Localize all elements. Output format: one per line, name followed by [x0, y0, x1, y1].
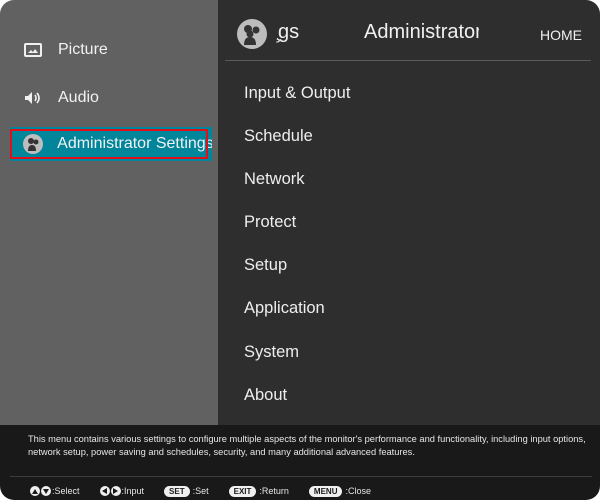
key-hints: :Select :Input SET :Set EXIT :Return MEN… [30, 484, 391, 498]
up-arrow-icon [30, 486, 40, 496]
sidebar-item-label: Picture [58, 41, 108, 58]
hint-close: MENU :Close [308, 485, 371, 497]
picture-icon [20, 40, 46, 60]
menu-item-application[interactable]: Application [244, 299, 325, 318]
hint-label: :Set [192, 486, 209, 496]
menu-item-input-output[interactable]: Input & Output [244, 84, 350, 103]
page-title: Administrator Settings [364, 21, 479, 43]
hint-label: :Input [121, 486, 145, 496]
focus-frame [10, 129, 208, 159]
osd-menu-screen: Picture Audio Administrator Settings ̧gs… [0, 0, 600, 500]
set-key-icon: SET [164, 485, 190, 497]
hint-set: SET :Set [164, 485, 209, 497]
menu-item-schedule[interactable]: Schedule [244, 127, 313, 146]
menu-description: This menu contains various settings to c… [28, 434, 586, 457]
sidebar-item-administrator-settings[interactable]: Administrator Settings [10, 127, 212, 161]
help-divider [10, 476, 592, 477]
right-arrow-icon [110, 486, 121, 496]
hint-label: :Close [345, 486, 371, 496]
left-arrow-icon [99, 486, 110, 496]
menu-item-protect[interactable]: Protect [244, 213, 296, 232]
hint-return: EXIT :Return [228, 485, 289, 497]
admin-gears-icon [237, 19, 267, 54]
menu-item-network[interactable]: Network [244, 170, 305, 189]
sidebar: Picture Audio Administrator Settings [0, 0, 218, 425]
hint-label: :Select [52, 486, 80, 496]
down-arrow-icon [41, 486, 51, 496]
speaker-icon [20, 88, 46, 108]
header-divider [225, 60, 591, 61]
hint-input: :Input [99, 486, 145, 496]
menu-item-about[interactable]: About [244, 386, 287, 405]
sidebar-item-picture[interactable]: Picture [10, 33, 212, 67]
menu-item-setup[interactable]: Setup [244, 256, 287, 275]
hint-label: :Return [259, 486, 289, 496]
sidebar-item-audio[interactable]: Audio [10, 81, 212, 115]
header-scrolling-label: ̧gs [278, 21, 300, 43]
menu-key-icon: MENU [308, 485, 343, 497]
exit-key-icon: EXIT [228, 485, 257, 497]
sidebar-item-label: Audio [58, 89, 99, 106]
menu-item-system[interactable]: System [244, 343, 299, 362]
home-button[interactable]: HOME [540, 27, 582, 43]
hint-select: :Select [30, 486, 80, 496]
